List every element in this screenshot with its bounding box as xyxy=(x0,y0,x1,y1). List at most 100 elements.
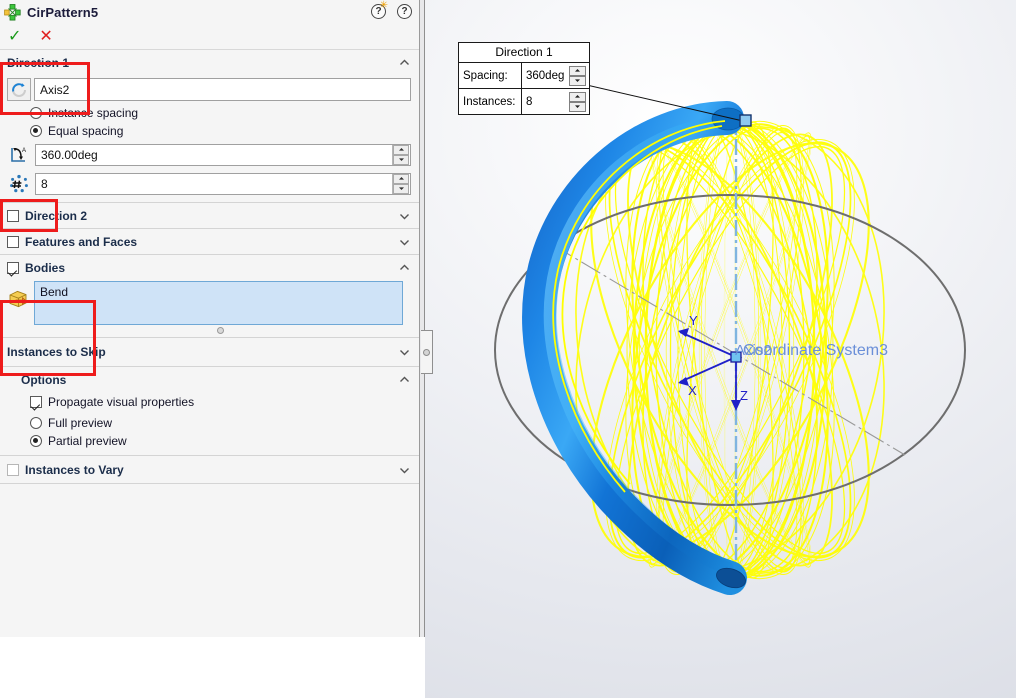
chevron-up-icon[interactable] xyxy=(399,374,410,385)
callout-spacing-row: Spacing: 360deg xyxy=(459,63,589,88)
direction1-callout[interactable]: Direction 1 Spacing: 360deg Instances: 8 xyxy=(458,42,590,115)
swept-body[interactable] xyxy=(522,101,748,595)
chevron-up-icon[interactable] xyxy=(399,57,410,68)
coordinate-system-label: Coordinate System3 xyxy=(743,342,888,359)
section-direction-1: Direction 1 Axis2 Instance spacing Equal… xyxy=(0,50,419,203)
features-faces-header[interactable]: Features and Faces xyxy=(0,229,419,254)
axis-z-label: Z xyxy=(740,388,748,403)
chevron-down-icon[interactable] xyxy=(399,347,410,358)
axis-x-label: X xyxy=(688,383,697,398)
instances-to-skip-header[interactable]: Instances to Skip xyxy=(0,338,419,366)
equal-spacing-radio[interactable] xyxy=(30,125,42,137)
axis-selection-field[interactable]: Axis2 xyxy=(34,78,411,101)
callout-spacing-spin-up[interactable] xyxy=(569,65,586,76)
angle-spin-buttons[interactable] xyxy=(392,144,409,165)
instances-to-vary-checkbox[interactable] xyxy=(7,463,19,476)
confirm-bar: ✓ ✕ xyxy=(0,25,419,50)
count-spin-buttons[interactable] xyxy=(392,173,409,194)
callout-anchor-handle[interactable] xyxy=(739,114,752,127)
angle-spin-up[interactable] xyxy=(393,144,409,155)
panel-splitter-handle[interactable] xyxy=(421,330,433,374)
propagate-visual-properties-checkbox[interactable] xyxy=(30,396,42,408)
callout-spacing-spin-down[interactable] xyxy=(569,75,586,86)
partial-preview-radio[interactable] xyxy=(30,435,42,447)
bodies-header[interactable]: Bodies xyxy=(0,255,419,280)
angle-spinner[interactable]: 360.00deg xyxy=(35,143,411,166)
instances-to-vary-header[interactable]: Instances to Vary xyxy=(0,456,419,483)
features-faces-checkbox[interactable] xyxy=(7,235,19,248)
direction2-header[interactable]: Direction 2 xyxy=(0,203,419,228)
bodies-title: Bodies xyxy=(25,260,66,275)
partial-preview-row[interactable]: Partial preview xyxy=(0,432,419,455)
solid-body-icon xyxy=(6,280,30,314)
callout-instances-spin-down[interactable] xyxy=(569,101,586,112)
direction1-header[interactable]: Direction 1 xyxy=(0,50,419,75)
angle-icon: A xyxy=(7,143,31,166)
callout-instances-spin-buttons[interactable] xyxy=(569,91,586,112)
direction1-title: Direction 1 xyxy=(7,55,70,70)
callout-title: Direction 1 xyxy=(459,43,589,63)
property-manager-panel: CirPattern5 ? ✳ ? ✓ ✕ Direction 1 Axis2 … xyxy=(0,0,420,637)
help-icon[interactable]: ? xyxy=(396,3,413,20)
callout-instances-spin-up[interactable] xyxy=(569,91,586,102)
list-item[interactable]: Bend xyxy=(40,285,68,299)
angle-spin-down[interactable] xyxy=(393,154,409,165)
propagate-visual-properties-row[interactable]: Propagate visual properties xyxy=(0,392,419,412)
count-spin-up[interactable] xyxy=(393,173,409,184)
instance-count-icon xyxy=(7,172,31,195)
instance-count-row: 8 xyxy=(0,169,419,202)
section-options: Options Propagate visual properties Full… xyxy=(0,367,419,456)
instance-count-spinner[interactable]: 8 xyxy=(35,172,411,195)
features-faces-title: Features and Faces xyxy=(25,234,138,249)
panel-title-bar: CirPattern5 ? ✳ ? xyxy=(0,0,419,25)
instance-spacing-label: Instance spacing xyxy=(48,106,139,120)
full-preview-label: Full preview xyxy=(48,416,113,430)
instance-count-value[interactable]: 8 xyxy=(36,177,392,191)
section-instances-to-vary: Instances to Vary xyxy=(0,456,419,484)
callout-spacing-spin-buttons[interactable] xyxy=(569,65,586,86)
callout-instances-value[interactable]: 8 xyxy=(522,89,569,114)
equal-spacing-radio-row[interactable]: Equal spacing xyxy=(0,122,419,140)
coordinate-system-triad[interactable]: Y X Z xyxy=(678,313,748,411)
cancel-button[interactable]: ✕ xyxy=(39,29,52,45)
partial-preview-label: Partial preview xyxy=(48,434,127,448)
rotation-axis-icon[interactable] xyxy=(7,78,31,101)
full-preview-row[interactable]: Full preview xyxy=(0,412,419,432)
page-title: CirPattern5 xyxy=(27,5,99,20)
chevron-up-icon[interactable] xyxy=(399,262,410,273)
angle-row: A 360.00deg xyxy=(0,140,419,169)
whats-new-help-icon[interactable]: ? ✳ xyxy=(370,1,388,20)
chevron-down-icon[interactable] xyxy=(399,236,410,247)
propagate-visual-properties-label: Propagate visual properties xyxy=(48,395,195,409)
solidworks-window: CirPattern5 ? ✳ ? ✓ ✕ Direction 1 Axis2 … xyxy=(0,0,1016,698)
direction2-title: Direction 2 xyxy=(25,208,88,223)
section-instances-to-skip: Instances to Skip xyxy=(0,338,419,367)
circular-pattern-icon xyxy=(4,4,21,21)
section-direction-2: Direction 2 xyxy=(0,203,419,229)
callout-spacing-value[interactable]: 360deg xyxy=(522,63,569,88)
direction2-checkbox[interactable] xyxy=(7,209,19,222)
section-features-and-faces: Features and Faces xyxy=(0,229,419,255)
instances-to-vary-title: Instances to Vary xyxy=(25,462,124,477)
bodies-checkbox[interactable] xyxy=(7,261,19,274)
resize-grip[interactable] xyxy=(217,327,224,334)
angle-value[interactable]: 360.00deg xyxy=(36,148,392,162)
options-title: Options xyxy=(21,372,67,387)
splitter-grip-icon xyxy=(423,348,430,356)
callout-leader-line xyxy=(564,79,744,122)
count-spin-down[interactable] xyxy=(393,183,409,194)
panel-splitter[interactable] xyxy=(420,0,425,637)
options-header[interactable]: Options xyxy=(0,367,419,392)
accept-button[interactable]: ✓ xyxy=(8,29,21,45)
full-preview-radio[interactable] xyxy=(30,417,42,429)
callout-instances-label: Instances: xyxy=(459,89,522,114)
equal-spacing-label: Equal spacing xyxy=(48,124,124,138)
instance-spacing-radio-row[interactable]: Instance spacing xyxy=(0,104,419,122)
instance-spacing-radio[interactable] xyxy=(30,107,42,119)
callout-instances-row: Instances: 8 xyxy=(459,88,589,114)
instances-to-skip-title: Instances to Skip xyxy=(7,345,106,359)
section-bodies: Bodies Bend xyxy=(0,255,419,338)
bodies-selection-list[interactable]: Bend xyxy=(34,281,403,325)
chevron-down-icon[interactable] xyxy=(399,210,410,221)
chevron-down-icon[interactable] xyxy=(399,464,410,475)
